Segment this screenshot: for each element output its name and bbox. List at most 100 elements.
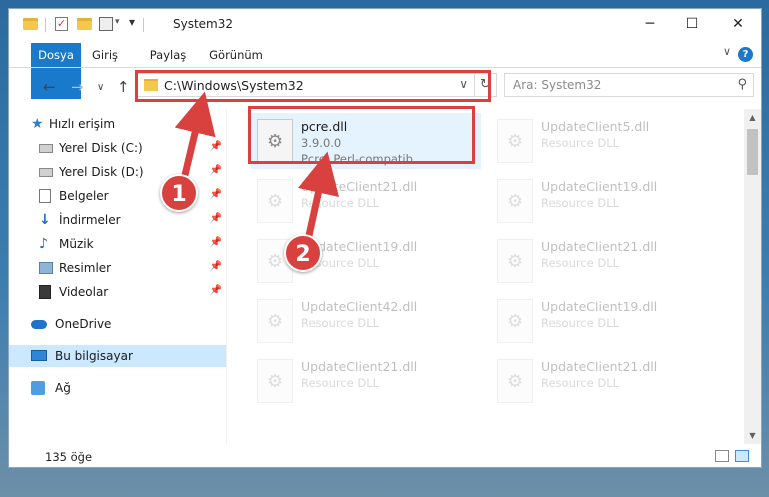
sidebar-item-network[interactable]: Ağ (9, 377, 226, 399)
sidebar-item-label: Ağ (55, 381, 71, 395)
downloads-icon: ↓ (39, 212, 51, 228)
minimize-button[interactable]: ─ (627, 9, 673, 39)
gear-icon: ⚙ (267, 251, 284, 272)
sidebar-item-label: İndirmeler (59, 213, 121, 227)
step-1-badge: 1 (160, 174, 198, 212)
file-item[interactable]: ⚙ UpdateClient19.dll Resource DLL (491, 293, 721, 349)
recent-locations-button[interactable]: ∨ (97, 82, 104, 93)
pictures-icon (39, 262, 53, 274)
file-item[interactable]: ⚙ UpdateClient42.dll Resource DLL (251, 293, 481, 349)
file-item[interactable]: ⚙ UpdateClient21.dll Resource DLL (491, 233, 721, 289)
videos-icon (39, 285, 51, 299)
sidebar-item-label: Bu bilgisayar (55, 349, 133, 363)
gear-icon: ⚙ (507, 191, 524, 212)
file-description: Resource DLL (541, 376, 620, 390)
search-placeholder: Ara: System32 (513, 78, 602, 92)
scroll-up-button[interactable]: ▲ (744, 109, 761, 126)
file-description: Resource DLL (541, 316, 620, 330)
file-description: Resource DLL (541, 196, 620, 210)
sidebar-item-label: Yerel Disk (D:) (59, 165, 144, 179)
pin-icon[interactable]: 📌 (210, 285, 222, 296)
sidebar-item-onedrive[interactable]: OneDrive (9, 313, 226, 335)
file-description: Resource DLL (541, 136, 620, 150)
collapse-ribbon-icon[interactable]: ∨ (723, 45, 731, 58)
sidebar-item-label: Videolar (59, 285, 109, 299)
star-icon: ★ (31, 116, 44, 132)
gear-icon: ⚙ (507, 311, 524, 332)
file-item[interactable]: ⚙ UpdateClient21.dll Resource DLL (251, 173, 481, 229)
file-item[interactable]: ⚙ UpdateClient21.dll Resource DLL (251, 353, 481, 409)
address-highlight-box (135, 70, 491, 102)
pin-icon[interactable]: 📌 (210, 165, 222, 176)
file-name: UpdateClient19.dll (541, 299, 658, 314)
customize-toolbar-icon[interactable] (99, 17, 113, 31)
pin-icon[interactable]: 📌 (210, 261, 222, 272)
search-box[interactable]: Ara: System32 ⚲ (504, 73, 754, 97)
customize-dropdown-icon[interactable]: ▾ (115, 17, 120, 27)
cloud-icon (31, 320, 47, 329)
quick-access-divider (45, 18, 46, 32)
sidebar-item-quick-access[interactable]: ★ Hızlı erişim (9, 113, 226, 135)
gear-icon: ⚙ (507, 251, 524, 272)
close-button[interactable]: ✕ (715, 9, 761, 39)
sidebar-item-music[interactable]: ♪ Müzik 📌 (9, 233, 226, 255)
sidebar-item-label: Resimler (59, 261, 112, 275)
pin-icon[interactable]: 📌 (210, 141, 222, 152)
file-description: Resource DLL (301, 316, 380, 330)
sidebar-item-label: Yerel Disk (C:) (59, 141, 143, 155)
maximize-button[interactable]: ☐ (669, 9, 715, 39)
file-name: UpdateClient21.dll (541, 239, 658, 254)
sidebar-item-disk-c[interactable]: Yerel Disk (C:) 📌 (9, 137, 226, 159)
step-2-badge: 2 (284, 234, 322, 272)
gear-icon: ⚙ (267, 311, 284, 332)
scroll-down-button[interactable]: ▼ (744, 427, 761, 444)
pin-icon[interactable]: 📌 (210, 237, 222, 248)
vertical-scrollbar[interactable]: ▲ ▼ (744, 109, 761, 444)
gear-icon: ⚙ (267, 191, 284, 212)
sidebar-item-label: Hızlı erişim (49, 117, 116, 131)
tab-share[interactable]: Paylaş (143, 43, 193, 67)
pin-icon[interactable]: 📌 (210, 189, 222, 200)
tab-view[interactable]: Görünüm (203, 43, 269, 67)
search-icon: ⚲ (737, 77, 747, 92)
details-view-button[interactable] (715, 450, 729, 462)
quick-access-menu-icon[interactable]: ▾ (129, 15, 135, 29)
sidebar-item-downloads[interactable]: ↓ İndirmeler 📌 (9, 209, 226, 231)
sidebar-item-pictures[interactable]: Resimler 📌 (9, 257, 226, 279)
gear-icon: ⚙ (267, 371, 284, 392)
file-name: UpdateClient21.dll (301, 359, 418, 374)
file-name: UpdateClient21.dll (301, 179, 418, 194)
up-button[interactable]: ↑ (117, 78, 130, 96)
sidebar-item-this-pc[interactable]: Bu bilgisayar (9, 345, 226, 367)
file-description: Resource DLL (301, 376, 380, 390)
pane-divider[interactable] (226, 109, 227, 444)
computer-icon (31, 350, 47, 361)
network-icon (31, 381, 45, 395)
file-item[interactable]: ⚙ UpdateClient5.dll Resource DLL (491, 113, 721, 169)
sidebar-item-videos[interactable]: Videolar 📌 (9, 281, 226, 303)
folder-icon[interactable] (23, 18, 38, 30)
file-highlight-box (248, 106, 475, 164)
tab-home[interactable]: Giriş (85, 43, 125, 67)
forward-button[interactable]: → (71, 78, 84, 96)
file-description: Resource DLL (301, 196, 380, 210)
properties-icon[interactable]: ✓ (55, 17, 68, 31)
navigation-pane: ★ Hızlı erişim Yerel Disk (C:) 📌 Yerel D… (9, 109, 226, 444)
gear-icon: ⚙ (507, 371, 524, 392)
sidebar-item-label: OneDrive (55, 317, 112, 331)
file-description: Resource DLL (541, 256, 620, 270)
window-title: System32 (173, 17, 234, 31)
file-name: UpdateClient42.dll (301, 299, 418, 314)
new-folder-icon[interactable] (77, 18, 92, 30)
file-name: UpdateClient5.dll (541, 119, 650, 134)
sidebar-item-label: Müzik (59, 237, 94, 251)
large-icons-view-button[interactable] (735, 450, 749, 462)
pin-icon[interactable]: 📌 (210, 213, 222, 224)
back-button[interactable]: ← (43, 78, 56, 96)
scroll-thumb[interactable] (747, 129, 758, 175)
file-item[interactable]: ⚙ UpdateClient21.dll Resource DLL (491, 353, 721, 409)
file-item[interactable]: ⚙ UpdateClient19.dll Resource DLL (491, 173, 721, 229)
status-bar: 135 öğe (9, 445, 761, 467)
file-name: UpdateClient19.dll (541, 179, 658, 194)
help-icon[interactable]: ? (738, 47, 753, 62)
